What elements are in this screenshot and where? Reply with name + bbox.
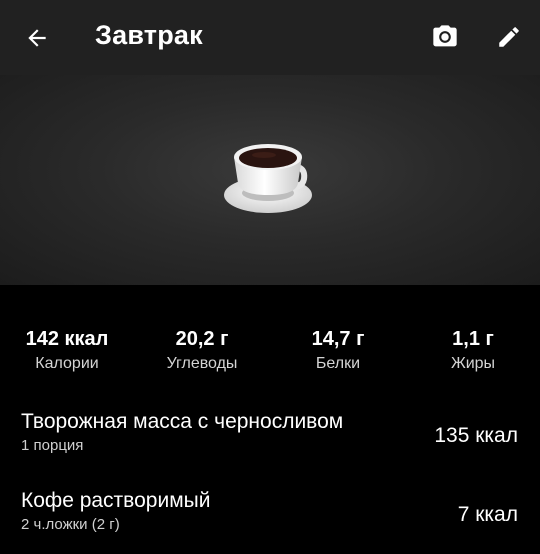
meal-image-area xyxy=(0,75,540,285)
arrow-left-icon xyxy=(28,29,46,47)
stat-label: Углеводы xyxy=(166,355,238,372)
stat-label: Калории xyxy=(35,355,99,372)
food-calories: 7 ккал xyxy=(457,503,518,526)
stat-value: 20,2 г xyxy=(175,328,229,350)
stat-label: Жиры xyxy=(450,355,496,372)
page-title: Завтрак xyxy=(95,20,203,50)
food-item[interactable]: Творожная масса с черносливом 1 порция 1… xyxy=(0,409,540,471)
stat-value: 14,7 г xyxy=(311,328,365,350)
edit-button[interactable] xyxy=(486,14,532,60)
food-calories: 135 ккал xyxy=(434,424,518,447)
stat-label: Белки xyxy=(315,355,361,372)
food-portion: 1 порция xyxy=(21,437,84,454)
stat-value: 1,1 г xyxy=(452,328,494,350)
app-bar: Завтрак xyxy=(0,0,540,75)
food-name: Творожная масса с черносливом xyxy=(21,410,344,433)
fat-stat: 1,1 г Жиры xyxy=(413,326,533,375)
food-item[interactable]: Кофе растворимый 2 ч.ложки (2 г) 7 ккал xyxy=(0,488,540,550)
pencil-icon xyxy=(499,27,519,47)
stat-value: 142 ккал xyxy=(25,328,109,350)
back-button[interactable] xyxy=(14,15,60,61)
protein-stat: 14,7 г Белки xyxy=(278,326,398,375)
camera-icon xyxy=(433,25,457,47)
camera-button[interactable] xyxy=(422,14,468,60)
food-name: Кофе растворимый xyxy=(21,489,211,512)
food-portion: 2 ч.ложки (2 г) xyxy=(21,516,120,533)
carbs-stat: 20,2 г Углеводы xyxy=(142,326,262,375)
coffee-cup-icon xyxy=(224,144,312,213)
nutrition-summary: 142 ккал Калории 20,2 г Углеводы 14,7 г … xyxy=(0,326,540,376)
calories-stat: 142 ккал Калории xyxy=(7,326,127,375)
